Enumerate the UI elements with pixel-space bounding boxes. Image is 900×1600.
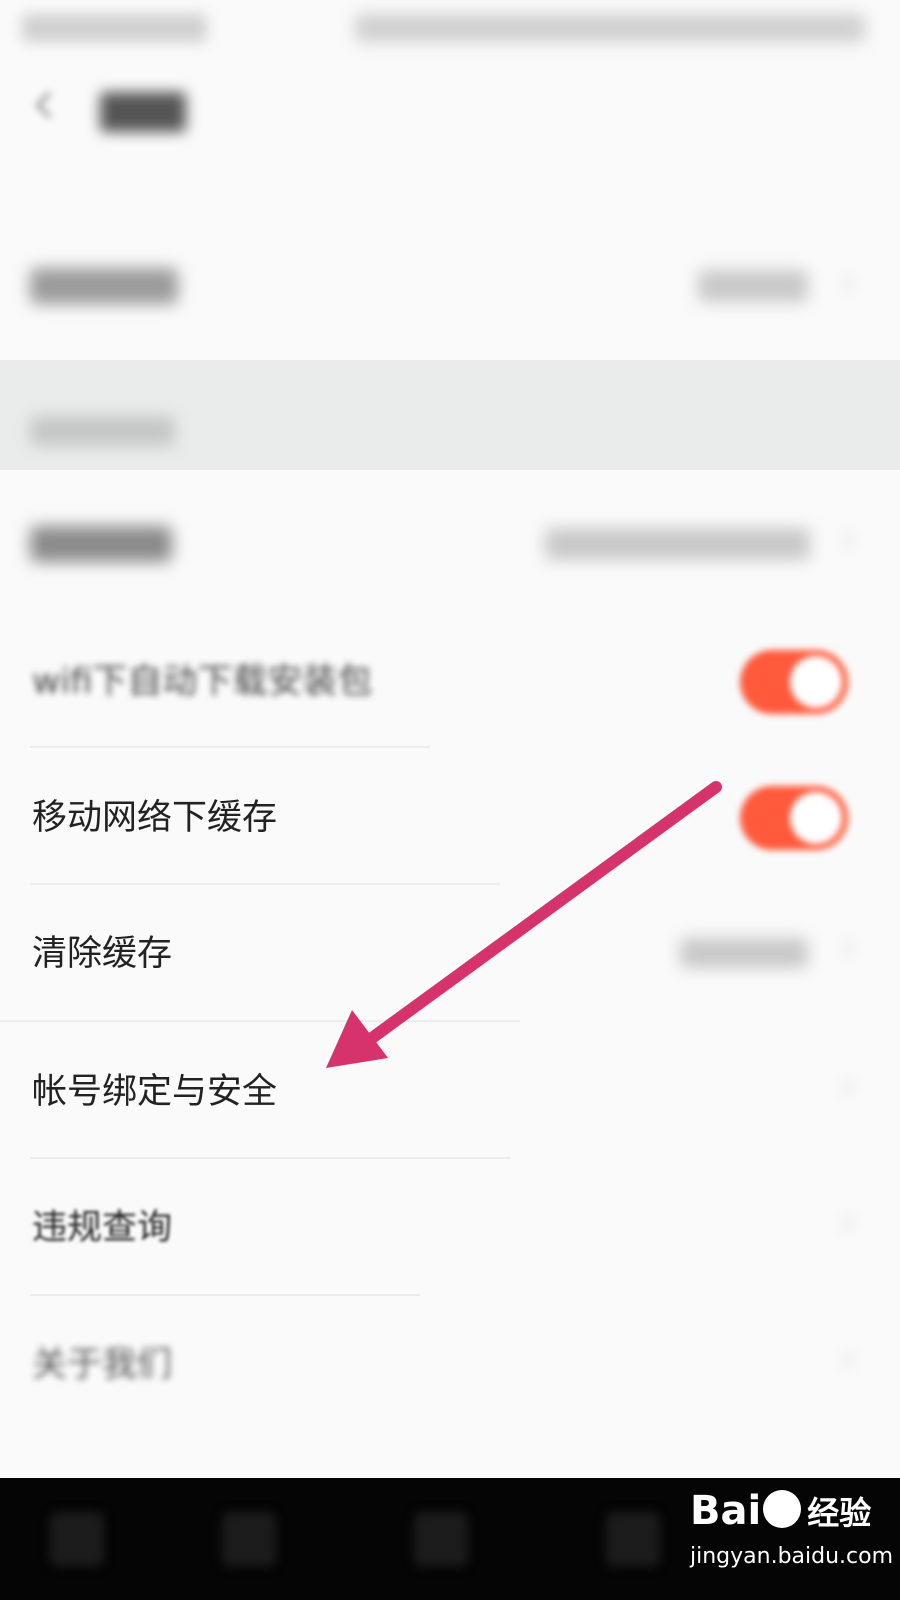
nav-home-button[interactable] [222,1512,276,1566]
nav-menu-button[interactable] [414,1512,468,1566]
nav-back-button[interactable] [50,1512,104,1566]
cache-size-value [680,938,808,968]
blurred-label [30,526,172,562]
chevron-right-icon: › [841,520,855,560]
nav-recent-button[interactable] [606,1512,660,1566]
settings-row-blurred-1[interactable]: › [0,218,900,356]
chevron-right-icon: › [841,262,855,302]
settings-row-about-us[interactable]: 关于我们 › [0,1297,900,1435]
chevron-right-icon: › [841,928,855,968]
settings-row-blurred-2[interactable]: › [0,478,900,616]
section-header-label [30,416,175,446]
mobile-cache-label: 移动网络下缓存 [32,798,278,838]
settings-row-violation-query[interactable]: 违规查询 › [0,1160,900,1298]
settings-row-wifi-auto-download[interactable]: wifi下自动下载安装包 [0,614,900,752]
paw-icon [763,1490,802,1528]
divider [30,746,430,748]
watermark-logo: Bai 经验 [690,1488,871,1534]
blurred-value [545,528,810,560]
back-icon[interactable] [30,90,60,120]
divider [30,1157,510,1159]
blurred-label [30,268,178,304]
account-security-label: 帐号绑定与安全 [32,1072,278,1112]
mobile-cache-toggle[interactable] [740,786,848,850]
settings-row-account-security[interactable]: 帐号绑定与安全 › [0,1022,900,1160]
about-us-label: 关于我们 [32,1345,173,1385]
section-header [0,360,900,470]
wifi-auto-download-label: wifi下自动下载安装包 [32,662,373,702]
watermark-brand: Bai [690,1488,762,1534]
divider [30,1294,420,1296]
violation-query-label: 违规查询 [32,1208,173,1248]
chevron-right-icon: › [841,1339,855,1379]
divider [30,883,500,885]
clear-cache-label: 清除缓存 [32,934,173,974]
blurred-value [698,270,808,302]
settings-row-mobile-cache[interactable]: 移动网络下缓存 [0,750,900,888]
status-bar-right [355,14,865,42]
settings-row-clear-cache[interactable]: 清除缓存 › [0,886,900,1024]
chevron-right-icon: › [841,1066,855,1106]
chevron-right-icon: › [841,1202,855,1242]
status-bar [0,0,900,62]
baidu-jingyan-watermark: Bai 经验 jingyan.baidu.com [690,1488,894,1598]
watermark-brand-suffix: 经验 [807,1494,872,1532]
wifi-auto-download-toggle[interactable] [740,650,848,714]
status-bar-left [22,14,207,42]
watermark-url: jingyan.baidu.com [690,1544,894,1569]
page-title [100,92,186,141]
